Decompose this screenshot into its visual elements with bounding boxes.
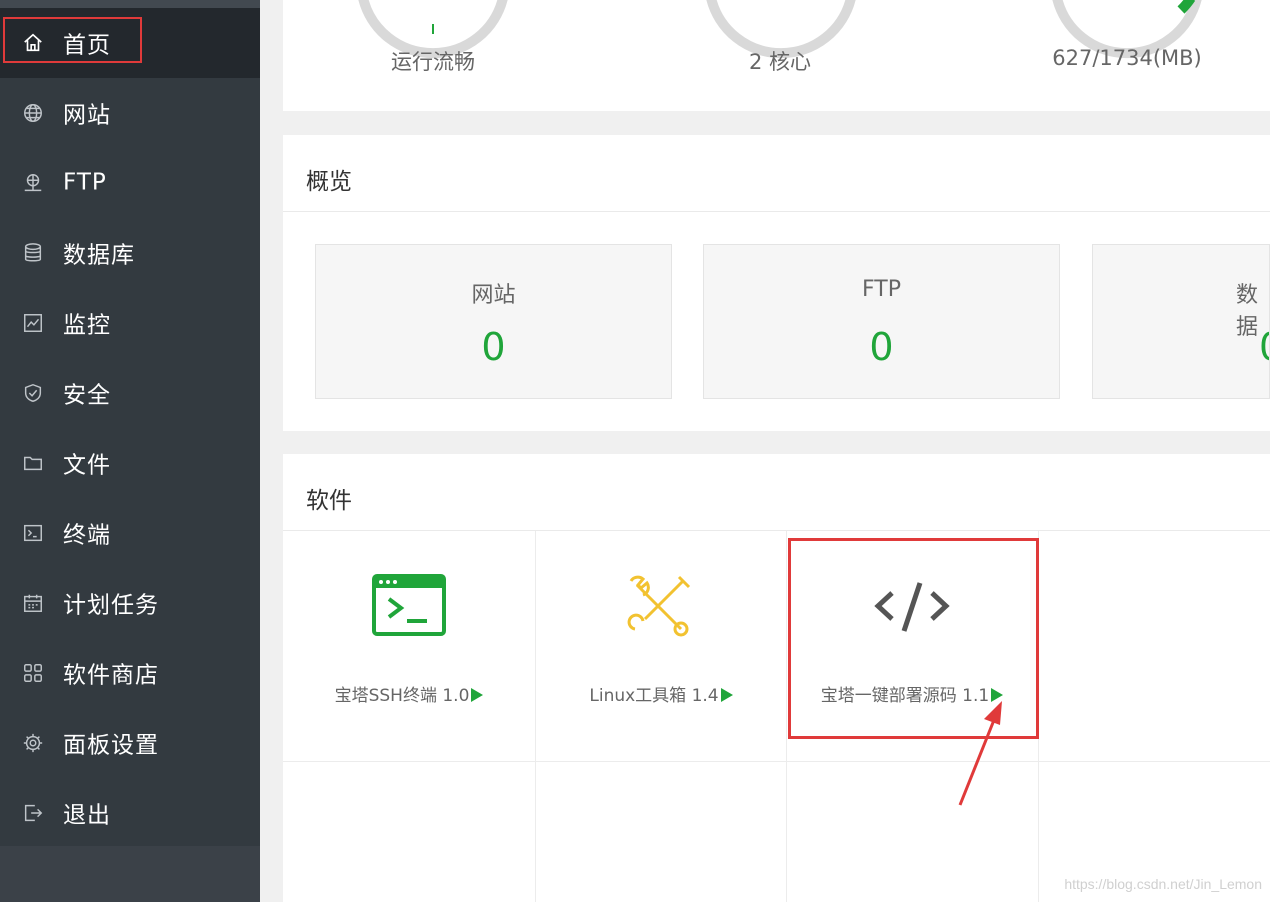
code-icon (874, 582, 950, 632)
stat-name: FTP (862, 277, 901, 302)
software-item-ssh-terminal[interactable]: 宝塔SSH终端 1.0 (283, 531, 535, 761)
sidebar-item-files[interactable]: 文件 (0, 428, 260, 498)
logout-icon (22, 802, 44, 824)
software-card: 软件 宝塔SSH终端 1.0 Linux工具箱 1.4 宝塔一键部署源码 1.1 (283, 454, 1270, 902)
overview-title: 概览 (306, 169, 352, 195)
terminal-icon (22, 522, 44, 544)
stat-ftp[interactable]: FTP 0 (703, 244, 1060, 399)
grid-apps-icon (22, 662, 44, 684)
sidebar-item-store[interactable]: 软件商店 (0, 638, 260, 708)
sidebar-item-label: FTP (63, 169, 107, 196)
sidebar-item-label: 安全 (63, 382, 111, 409)
memory-status-label: 627/1734(MB) (1052, 46, 1202, 70)
play-icon[interactable] (471, 688, 484, 702)
load-status-label: 运行流畅 (391, 50, 475, 74)
software-header: 软件 (283, 454, 1270, 531)
sidebar-top-strip (0, 0, 260, 8)
software-name: Linux工具箱 1.4 (535, 681, 787, 706)
overview-header: 概览 (283, 135, 1270, 212)
sidebar-item-terminal[interactable]: 终端 (0, 498, 260, 568)
grid-divider (283, 761, 1270, 762)
sidebar-menu: 首页 网站 FTP 数据库 监控 安全 文件 终端 计划任务 软件商店 面板设置… (0, 8, 260, 846)
sidebar-item-label: 软件商店 (63, 662, 159, 689)
grid-divider (1038, 531, 1039, 902)
sidebar-item-label: 终端 (63, 522, 111, 549)
sidebar-item-settings[interactable]: 面板设置 (0, 708, 260, 778)
terminal-window-icon (372, 574, 446, 636)
annotation-arrow (958, 701, 1002, 806)
sidebar-item-home[interactable]: 首页 (0, 8, 260, 78)
home-icon (22, 32, 44, 54)
folder-icon (22, 452, 44, 474)
sidebar-item-label: 首页 (63, 32, 111, 59)
sidebar-item-database[interactable]: 数据库 (0, 218, 260, 288)
sidebar-item-label: 退出 (63, 802, 111, 829)
stat-value: 0 (1259, 325, 1269, 369)
ftp-server-icon (22, 172, 44, 194)
globe-icon (22, 102, 44, 124)
sidebar-item-label: 文件 (63, 452, 111, 479)
sidebar-item-label: 数据库 (63, 242, 135, 269)
software-title: 软件 (306, 488, 352, 514)
stat-value: 0 (869, 325, 894, 369)
overview-card: 概览 网站 0 FTP 0 数据 0 (283, 135, 1270, 431)
sidebar-item-label: 计划任务 (63, 592, 159, 619)
sidebar: 首页 网站 FTP 数据库 监控 安全 文件 终端 计划任务 软件商店 面板设置… (0, 0, 260, 902)
shield-icon (22, 382, 44, 404)
calendar-icon (22, 592, 44, 614)
software-name: 宝塔SSH终端 1.0 (283, 681, 535, 706)
stat-database[interactable]: 数据 0 (1092, 244, 1270, 399)
monitor-chart-icon (22, 312, 44, 334)
stat-value: 0 (481, 325, 506, 369)
sidebar-item-label: 监控 (63, 312, 111, 339)
sidebar-item-label: 网站 (63, 102, 111, 129)
cpu-status-label: 2 核心 (748, 50, 812, 74)
status-card: 运行流畅 2 核心 627/1734(MB) (283, 0, 1270, 111)
sidebar-item-website[interactable]: 网站 (0, 78, 260, 148)
stat-name: 网站 (471, 283, 516, 308)
sidebar-item-cron[interactable]: 计划任务 (0, 568, 260, 638)
stat-website[interactable]: 网站 0 (315, 244, 672, 399)
play-icon[interactable] (720, 688, 733, 702)
sidebar-item-security[interactable]: 安全 (0, 358, 260, 428)
sidebar-item-monitor[interactable]: 监控 (0, 288, 260, 358)
sidebar-item-label: 面板设置 (63, 732, 159, 759)
watermark: https://blog.csdn.net/Jin_Lemon (1064, 876, 1262, 892)
sidebar-item-ftp[interactable]: FTP (0, 148, 260, 218)
sidebar-item-logout[interactable]: 退出 (0, 778, 260, 848)
database-icon (22, 242, 44, 264)
software-item-linux-toolbox[interactable]: Linux工具箱 1.4 (535, 531, 787, 761)
tools-icon (627, 575, 691, 637)
gear-icon (22, 732, 44, 754)
